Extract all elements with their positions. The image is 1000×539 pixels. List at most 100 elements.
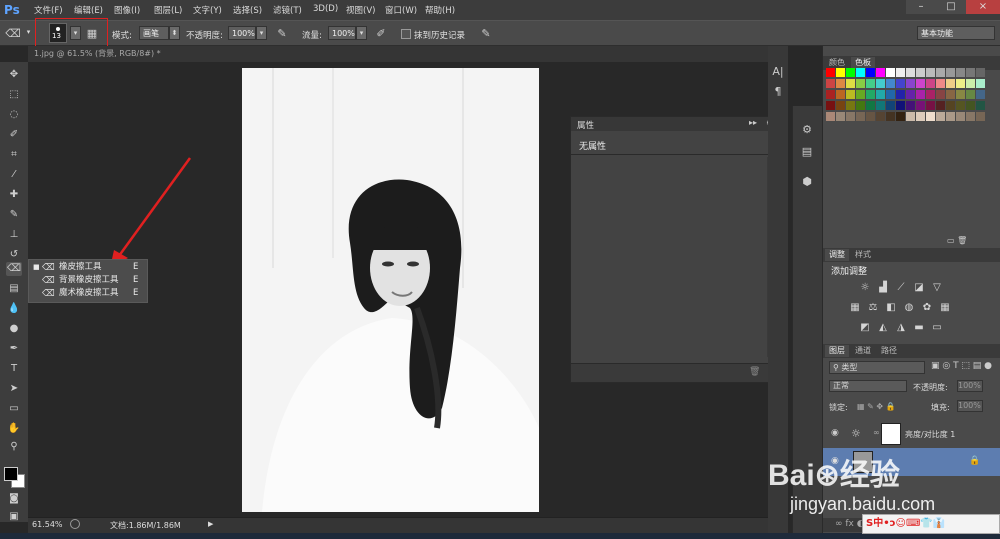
brush-tool-icon[interactable]: ✎ <box>6 208 22 222</box>
color-swatch[interactable] <box>906 79 915 88</box>
history-checkbox[interactable] <box>401 29 411 39</box>
color-swatch[interactable] <box>906 68 915 77</box>
hue-icon[interactable]: ▦ <box>849 302 861 314</box>
pressure-opacity-icon[interactable]: ✎ <box>274 26 290 41</box>
color-swatch[interactable] <box>966 79 975 88</box>
eraser-tool-icon[interactable]: ⌫ <box>6 262 22 276</box>
new-swatch-icon[interactable]: ▭ 🗑 <box>947 236 967 245</box>
trash-icon[interactable]: 🗑 <box>749 367 760 377</box>
curves-icon[interactable]: ⟋ <box>895 282 907 294</box>
color-swatch[interactable] <box>936 101 945 110</box>
color-swatch[interactable] <box>906 90 915 99</box>
tab-adjustments[interactable]: 调整 <box>825 249 849 261</box>
document-tab[interactable]: 1.jpg @ 61.5% (背景, RGB/8#) * <box>34 47 161 61</box>
color-swatch[interactable] <box>856 68 865 77</box>
color-swatch[interactable] <box>946 90 955 99</box>
opacity-dropdown-icon[interactable]: ▾ <box>256 26 267 40</box>
color-swatch[interactable] <box>916 68 925 77</box>
color-swatch[interactable] <box>966 90 975 99</box>
layer-mask-thumbnail[interactable] <box>881 423 901 445</box>
color-swatch[interactable] <box>836 112 845 121</box>
character-panel-icon[interactable]: A| <box>770 64 786 80</box>
move-tool-icon[interactable]: ✥ <box>6 68 22 82</box>
color-swatch[interactable] <box>956 112 965 121</box>
color-swatch[interactable] <box>976 101 985 110</box>
color-swatch[interactable] <box>866 112 875 121</box>
color-swatch[interactable] <box>846 68 855 77</box>
color-swatch[interactable] <box>906 112 915 121</box>
color-swatch[interactable] <box>876 101 885 110</box>
quick-select-tool-icon[interactable]: ✐ <box>6 128 22 142</box>
color-swatch[interactable] <box>946 68 955 77</box>
tab-channels[interactable]: 通道 <box>851 345 875 357</box>
balance-icon[interactable]: ⚖ <box>867 302 879 314</box>
flow-dropdown-icon[interactable]: ▾ <box>356 26 367 40</box>
layer-filter-select[interactable]: ⚲ 类型 <box>829 361 925 374</box>
opacity-input[interactable]: 100% <box>228 26 256 40</box>
link-layers-icon[interactable]: ∞ fx ◐ <box>835 519 865 529</box>
airbrush-icon[interactable]: ✐ <box>373 26 389 41</box>
selective-color-icon[interactable]: ▭ <box>931 322 943 334</box>
lasso-tool-icon[interactable]: ◌ <box>6 108 22 122</box>
menu-filter[interactable]: 滤镜(T) <box>273 4 302 16</box>
color-swatch[interactable] <box>856 90 865 99</box>
color-swatch[interactable] <box>966 112 975 121</box>
ime-status-icons[interactable]: S中•ɔ☺⌨👕👔 <box>863 518 945 529</box>
color-swatch[interactable] <box>976 90 985 99</box>
menu-3d[interactable]: 3D(D) <box>313 4 338 14</box>
color-swatch[interactable] <box>826 90 835 99</box>
levels-icon[interactable]: ▟ <box>877 282 889 294</box>
color-swatch[interactable] <box>896 112 905 121</box>
color-swatch[interactable] <box>956 90 965 99</box>
color-swatch[interactable] <box>836 68 845 77</box>
color-swatch[interactable] <box>846 79 855 88</box>
foreground-color-swatch[interactable] <box>4 467 18 481</box>
layer-row[interactable]: ◉ ☼ ∞ 亮度/对比度 1 <box>823 420 1000 449</box>
color-swatch[interactable] <box>976 68 985 77</box>
layer-name[interactable]: 亮度/对比度 1 <box>905 429 955 440</box>
color-swatch[interactable] <box>836 101 845 110</box>
zoom-level[interactable]: 61.54% <box>32 520 63 529</box>
color-swatch[interactable] <box>866 79 875 88</box>
photo-filter-icon[interactable]: ◍ <box>903 302 915 314</box>
color-swatch[interactable] <box>846 90 855 99</box>
color-swatch[interactable] <box>836 90 845 99</box>
workspace-select[interactable]: 基本功能 <box>917 26 995 40</box>
flyout-item-background-eraser[interactable]: ⌫ 背景橡皮擦工具 E <box>29 274 147 287</box>
color-swatch[interactable] <box>896 79 905 88</box>
tab-layers[interactable]: 图层 <box>825 345 849 357</box>
status-menu-icon[interactable]: ▶ <box>208 520 213 528</box>
zoom-tool-icon[interactable]: ⚲ <box>6 440 22 454</box>
pressure-size-icon[interactable]: ✎ <box>478 26 494 41</box>
color-swatch[interactable] <box>886 112 895 121</box>
color-swatch[interactable] <box>856 101 865 110</box>
color-swatch[interactable] <box>916 79 925 88</box>
menu-image[interactable]: 图像(I) <box>114 4 140 16</box>
menu-file[interactable]: 文件(F) <box>34 4 63 16</box>
collapse-icon[interactable]: ▸▸ <box>749 118 757 127</box>
blend-mode-select[interactable]: 正常 <box>829 380 907 392</box>
color-swatch[interactable] <box>956 101 965 110</box>
eraser-preset-icon[interactable]: ⌫ <box>5 26 21 41</box>
lookup-icon[interactable]: ▦ <box>939 302 951 314</box>
color-swatch[interactable] <box>976 112 985 121</box>
color-swatch[interactable] <box>896 101 905 110</box>
menu-type[interactable]: 文字(Y) <box>193 4 222 16</box>
color-swatch[interactable] <box>956 68 965 77</box>
color-swatch[interactable] <box>826 79 835 88</box>
path-select-tool-icon[interactable]: ➤ <box>6 382 22 396</box>
maximize-button[interactable]: □ <box>936 0 966 14</box>
mode-dropdown-icon[interactable]: ⬍ <box>169 26 180 40</box>
color-swatch[interactable] <box>886 68 895 77</box>
color-swatch[interactable] <box>876 112 885 121</box>
color-swatch[interactable] <box>936 90 945 99</box>
type-tool-icon[interactable]: T <box>6 362 22 376</box>
color-swatch[interactable] <box>886 101 895 110</box>
close-button[interactable]: × <box>966 0 1000 14</box>
color-swatch[interactable] <box>826 68 835 77</box>
mixer-icon[interactable]: ✿ <box>921 302 933 314</box>
menu-help[interactable]: 帮助(H) <box>425 4 455 16</box>
color-swatch[interactable] <box>826 112 835 121</box>
menu-window[interactable]: 窗口(W) <box>385 4 417 16</box>
color-swatch[interactable] <box>886 90 895 99</box>
